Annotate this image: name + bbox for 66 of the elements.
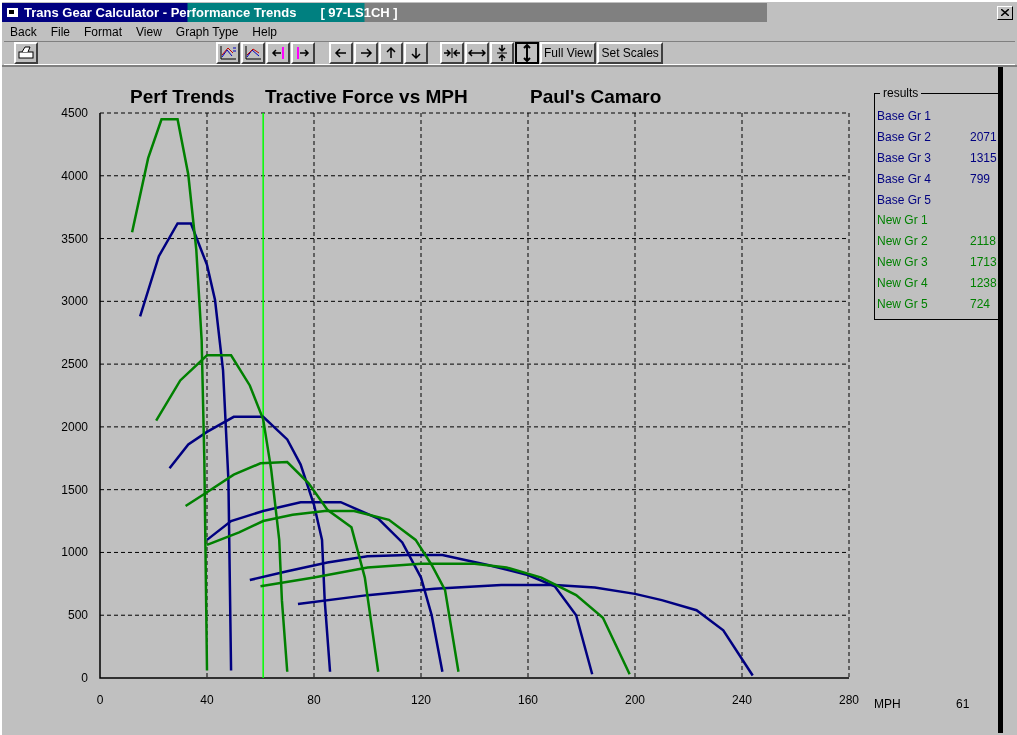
gear-value: 1315 (970, 150, 997, 167)
window-title: Trans Gear Calculator - Performance Trends (24, 3, 297, 22)
squeeze-horizontal-icon (443, 45, 461, 60)
x-tick-label: 40 (200, 693, 214, 707)
y-tick-label: 2000 (61, 419, 88, 434)
gear-label: New Gr 4 (877, 274, 929, 292)
gear-label: New Gr 5 (877, 295, 929, 313)
menu-item[interactable]: File (50, 22, 71, 41)
gear-value: 1238 (970, 274, 997, 292)
squeeze-vertical-icon (495, 43, 509, 62)
x-tick-label: 160 (518, 693, 538, 707)
menu-item[interactable]: Graph Type (175, 22, 239, 41)
gear-label: Base Gr 1 (877, 108, 933, 126)
menu-item[interactable]: View (136, 22, 162, 41)
menu-item[interactable]: Format (84, 22, 123, 41)
chart-icon (219, 44, 237, 61)
vehicle-name: Paul's Camaro (530, 86, 662, 107)
gear-value: 1713 (970, 254, 997, 271)
gear-value: 724 (970, 295, 991, 313)
y-tick-label: 4500 (61, 106, 88, 120)
y-tick-label: 3000 (61, 294, 88, 309)
x-tick-label: 200 (625, 693, 645, 707)
gear-label: New Gr 2 (877, 233, 929, 251)
file-tag: [ 97-LS1CH ] (320, 2, 398, 23)
x-tick-label: 280 (839, 693, 859, 707)
right-arrow-icon (359, 45, 373, 60)
gear-label: Base Gr 3 (877, 150, 933, 167)
printer-icon (17, 44, 35, 61)
gear-label: Base Gr 2 (877, 129, 933, 147)
x-tick-label: 120 (411, 693, 431, 707)
x-tick-label: 240 (732, 693, 752, 707)
toolbar-button[interactable]: Set Scales (597, 41, 663, 64)
y-tick-label: 500 (67, 608, 88, 623)
gear-value: 2071 (970, 129, 997, 147)
cursor-left-icon (271, 45, 285, 60)
cursor-label: MPH (874, 696, 902, 713)
left-arrow-icon (334, 45, 348, 60)
stretch-vertical-icon (520, 43, 534, 62)
x-tick-label: 0 (96, 693, 104, 707)
chart-icon (244, 44, 262, 61)
menu-item[interactable]: Help (252, 22, 277, 41)
y-tick-label: 2500 (61, 357, 88, 372)
toolbar-icon-button[interactable] (515, 41, 539, 64)
y-tick-label: 1000 (61, 545, 88, 560)
menu-item[interactable]: Back (10, 22, 37, 41)
gear-label: New Gr 1 (877, 212, 929, 230)
gear-value: 2118 (970, 233, 996, 251)
graph-program-label: Perf Trends (130, 86, 235, 107)
gear-label: Base Gr 4 (877, 170, 933, 188)
y-tick-label: 1500 (61, 482, 88, 497)
close-button[interactable] (997, 5, 1013, 20)
cursor-value: 61 (956, 696, 970, 713)
y-tick-label: 4000 (61, 168, 88, 183)
y-tick-label: 3500 (61, 231, 88, 246)
close-icon (1001, 9, 1009, 17)
y-tick-label: 0 (81, 671, 88, 685)
app-icon (6, 6, 20, 20)
gear-label: New Gr 3 (877, 254, 929, 271)
chart-title: Tractive Force vs MPH (265, 86, 468, 107)
up-arrow-icon (384, 45, 398, 60)
toolbar-button[interactable]: Full View (540, 41, 597, 64)
gear-label: Base Gr 5 (877, 191, 933, 209)
down-arrow-icon (409, 45, 423, 60)
x-tick-label: 80 (307, 693, 321, 707)
cursor-right-icon (296, 45, 310, 60)
gear-value: 799 (970, 170, 991, 188)
